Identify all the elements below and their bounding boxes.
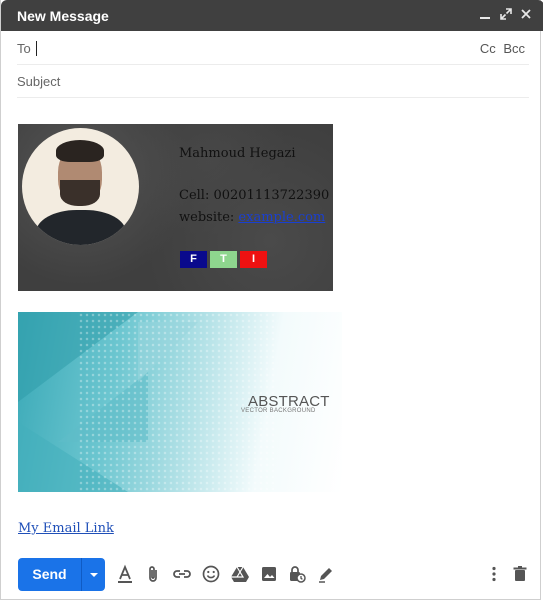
drive-icon[interactable] [229,563,251,585]
format-text-icon[interactable] [114,563,136,585]
signature-icon[interactable] [315,563,337,585]
window-title: New Message [17,8,109,24]
schedule-send-dropdown[interactable] [82,558,105,591]
bcc-link[interactable]: Bcc [503,41,525,56]
signature-cell: Cell: 00201113722390 [179,188,330,203]
subject-placeholder: Subject [17,74,61,89]
signature-card: Mahmoud Hegazi Cell: 00201113722390 webs… [18,124,333,291]
send-button-group: Send [18,558,105,591]
expand-icon[interactable] [497,5,515,25]
website-link[interactable]: example.com [238,210,325,225]
email-link[interactable]: My Email Link [18,521,114,536]
close-icon[interactable] [517,5,535,25]
website-prefix: website: [179,210,235,225]
send-button[interactable]: Send [18,558,81,591]
avatar [22,128,139,245]
more-options-icon[interactable] [483,563,505,585]
text-cursor [36,41,37,56]
attach-icon[interactable] [142,563,164,585]
confidential-mode-icon[interactable] [286,563,308,585]
compose-titlebar[interactable]: New Message [1,0,543,31]
cc-bcc-links: Cc Bcc [476,41,525,56]
signature-website: website: example.com [179,210,325,225]
banner-subtitle: VECTOR BACKGROUND [241,408,316,414]
abstract-banner-image: ABSTRACT VECTOR BACKGROUND [18,312,342,492]
twitter-button[interactable]: T [210,251,237,268]
recipients-row[interactable]: To Cc Bcc [17,32,529,65]
emoji-icon[interactable] [200,563,222,585]
photo-icon[interactable] [258,563,280,585]
facebook-button[interactable]: F [180,251,207,268]
instagram-button[interactable]: I [240,251,267,268]
cc-link[interactable]: Cc [480,41,496,56]
link-icon[interactable] [171,563,193,585]
minimize-icon[interactable] [476,5,494,25]
trash-icon[interactable] [509,563,531,585]
subject-field[interactable]: Subject [17,65,529,98]
to-label: To [17,41,31,56]
signature-name: Mahmoud Hegazi [179,146,296,161]
compose-window: New Message To Cc Bcc Subject Mahmoud He… [0,0,543,600]
